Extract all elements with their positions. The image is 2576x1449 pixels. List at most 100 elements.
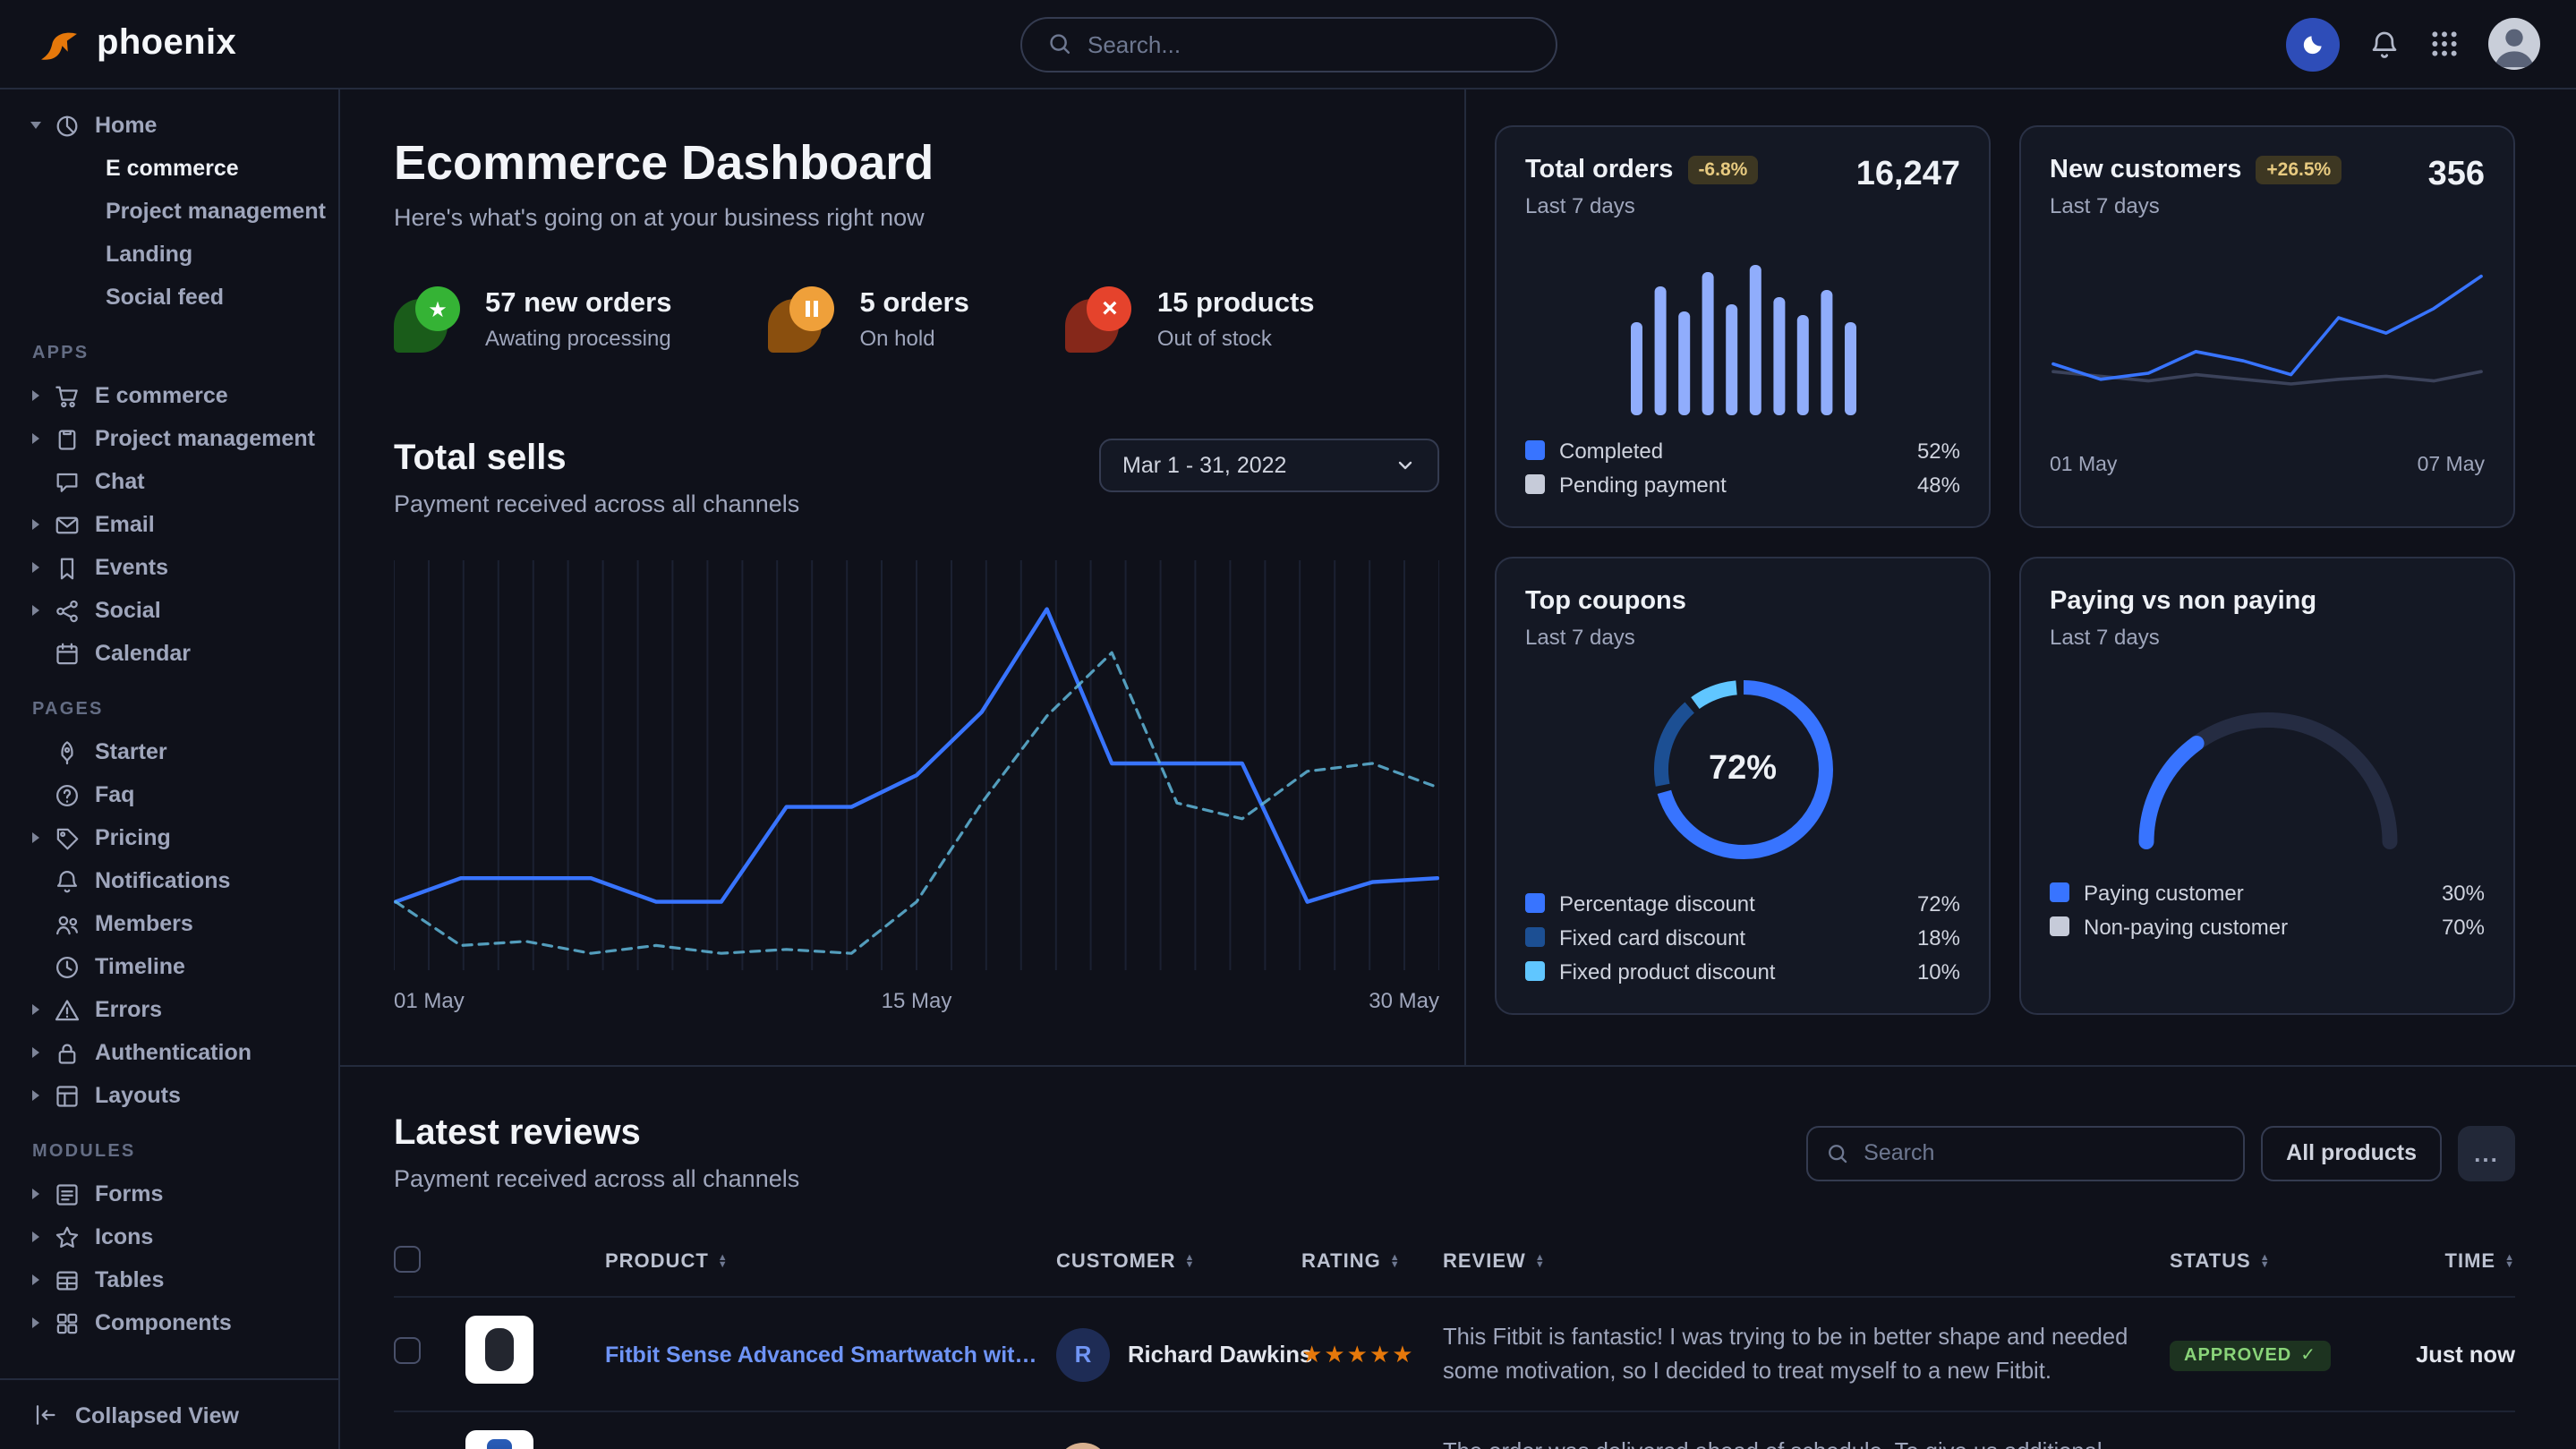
- date-range-select[interactable]: Mar 1 - 31, 2022: [1099, 439, 1439, 492]
- sidebar-item-label: Layouts: [95, 1083, 181, 1108]
- column-header-status[interactable]: STATUS▲▼: [2170, 1232, 2372, 1297]
- legend-swatch: [2050, 882, 2069, 902]
- sidebar-item-icons[interactable]: Icons: [32, 1215, 320, 1258]
- sidebar-item-events[interactable]: Events: [32, 546, 320, 589]
- reviews-search-input[interactable]: [1864, 1140, 2225, 1165]
- user-avatar[interactable]: [2488, 18, 2540, 70]
- sidebar-item-components[interactable]: Components: [32, 1301, 320, 1344]
- apps-grid-button[interactable]: [2429, 29, 2460, 59]
- sidebar-item-label: Pricing: [95, 825, 171, 850]
- sidebar-item-pricing[interactable]: Pricing: [32, 816, 320, 859]
- caret-right-icon: [32, 519, 39, 530]
- brand-name: phoenix: [97, 23, 236, 64]
- legend-item: Non-paying customer 70%: [2050, 909, 2485, 943]
- reviews-table: PRODUCT▲▼ CUSTOMER▲▼ RATING▲▼ REVIEW▲▼ S…: [394, 1232, 2515, 1449]
- bell-icon: [54, 867, 81, 894]
- sidebar-item-home[interactable]: Home: [32, 104, 320, 147]
- theme-toggle-button[interactable]: [2286, 17, 2340, 71]
- sidebar-item-label: Errors: [95, 997, 162, 1022]
- app: phoenix HomeE commerceProject management…: [0, 0, 2576, 1449]
- sort-icon[interactable]: ▲▼: [1185, 1254, 1196, 1270]
- sidebar-item-notifications[interactable]: Notifications: [32, 859, 320, 902]
- notifications-button[interactable]: [2368, 28, 2401, 60]
- sidebar-item-chat[interactable]: Chat: [32, 460, 320, 503]
- star-filled-icon: ★: [1369, 1340, 1392, 1367]
- sidebar-item-timeline[interactable]: Timeline: [32, 945, 320, 988]
- caret-right-icon: [32, 562, 39, 573]
- column-header-time[interactable]: TIME▲▼: [2372, 1232, 2515, 1297]
- column-header-product[interactable]: PRODUCT▲▼: [605, 1232, 1056, 1297]
- customer-cell[interactable]: Ashley Garrett: [1056, 1442, 1287, 1449]
- sidebar-item-label: Social: [95, 598, 161, 623]
- caret-spacer: [32, 746, 39, 757]
- sort-icon[interactable]: ▲▼: [718, 1254, 729, 1270]
- stat-label: Out of stock: [1157, 325, 1315, 350]
- legend-item: Fixed card discount 18%: [1525, 920, 1960, 954]
- sidebar-item-layouts[interactable]: Layouts: [32, 1074, 320, 1117]
- sort-icon[interactable]: ▲▼: [2260, 1254, 2271, 1270]
- sort-icon[interactable]: ▲▼: [1390, 1254, 1401, 1270]
- sidebar-item-starter[interactable]: Starter: [32, 730, 320, 773]
- card-title: New customers: [2050, 156, 2241, 184]
- sidebar-item-social[interactable]: Social: [32, 589, 320, 632]
- review-time: Just now: [2416, 1340, 2515, 1367]
- legend-value: 48%: [1917, 472, 1960, 497]
- column-header-review[interactable]: REVIEW▲▼: [1443, 1232, 2170, 1297]
- sort-icon[interactable]: ▲▼: [2504, 1254, 2515, 1270]
- sidebar-item-label: Project management: [95, 426, 315, 451]
- sidebar-item-e-commerce[interactable]: E commerce: [32, 374, 320, 417]
- sidebar-item-email[interactable]: Email: [32, 503, 320, 546]
- column-header-customer[interactable]: CUSTOMER▲▼: [1056, 1232, 1301, 1297]
- sidebar-item-social-feed[interactable]: Social feed: [32, 276, 320, 319]
- sidebar-item-faq[interactable]: Faq: [32, 773, 320, 816]
- form-icon: [54, 1181, 81, 1207]
- sidebar-item-label: Components: [95, 1310, 232, 1335]
- layout-icon: [54, 1082, 81, 1109]
- sidebar-item-label: Notifications: [95, 868, 230, 893]
- sidebar-item-label: Project management: [106, 199, 326, 224]
- select-all-checkbox[interactable]: [394, 1246, 421, 1273]
- sidebar-item-errors[interactable]: Errors: [32, 988, 320, 1031]
- stat-value: 57 new orders: [485, 287, 672, 320]
- sidebar-item-authentication[interactable]: Authentication: [32, 1031, 320, 1074]
- sort-icon[interactable]: ▲▼: [1535, 1254, 1546, 1270]
- card-title: Total orders: [1525, 156, 1673, 184]
- sidebar-item-calendar[interactable]: Calendar: [32, 632, 320, 675]
- sidebar-item-tables[interactable]: Tables: [32, 1258, 320, 1301]
- sidebar-item-label: Calendar: [95, 641, 191, 666]
- stat-value: 5 orders: [860, 287, 969, 320]
- brand[interactable]: phoenix: [36, 21, 236, 67]
- column-header-rating[interactable]: RATING▲▼: [1301, 1232, 1443, 1297]
- rating-stars: ★★★★★: [1301, 1338, 1415, 1368]
- gauge-chart: [2115, 689, 2419, 857]
- status-badge: APPROVED ✓: [2170, 1341, 2331, 1371]
- sidebar-item-label: Chat: [95, 469, 145, 494]
- circle-question-icon: [54, 781, 81, 808]
- sidebar: HomeE commerceProject managementLandingS…: [0, 89, 340, 1449]
- sidebar-item-members[interactable]: Members: [32, 902, 320, 945]
- sidebar-item-forms[interactable]: Forms: [32, 1172, 320, 1215]
- product-link[interactable]: Fitbit Sense Advanced Smartwatch with To…: [605, 1342, 1042, 1367]
- legend: Completed 52% Pending payment 48%: [1525, 433, 1960, 501]
- sidebar-item-project-management[interactable]: Project management: [32, 417, 320, 460]
- more-options-button[interactable]: ...: [2458, 1125, 2515, 1181]
- total-sells-chart: 01 May 15 May 30 May: [394, 557, 1439, 1045]
- users-icon: [54, 910, 81, 937]
- collapse-sidebar-button[interactable]: Collapsed View: [0, 1378, 338, 1449]
- all-products-button[interactable]: All products: [2261, 1125, 2442, 1181]
- customer-cell[interactable]: RRichard Dawkins: [1056, 1327, 1287, 1381]
- sidebar-item-label: Icons: [95, 1224, 153, 1249]
- page-subtitle: Here's what's going on at your business …: [394, 204, 1439, 231]
- row-checkbox[interactable]: [394, 1336, 421, 1363]
- sidebar-item-e-commerce[interactable]: E commerce: [32, 147, 320, 190]
- chevron-down-icon: [1395, 455, 1416, 476]
- x-axis-label: 30 May: [1369, 988, 1439, 1013]
- sidebar-item-landing[interactable]: Landing: [32, 233, 320, 276]
- x-axis-label: 07 May: [2418, 455, 2485, 476]
- legend-value: 52%: [1917, 438, 1960, 463]
- sidebar-section-title: PAGES: [32, 700, 320, 720]
- table-header-row: PRODUCT▲▼ CUSTOMER▲▼ RATING▲▼ REVIEW▲▼ S…: [394, 1232, 2515, 1297]
- global-search-input[interactable]: [1088, 30, 1530, 57]
- sidebar-item-project-management[interactable]: Project management: [32, 190, 320, 233]
- legend-label: Non-paying customer: [2084, 914, 2288, 939]
